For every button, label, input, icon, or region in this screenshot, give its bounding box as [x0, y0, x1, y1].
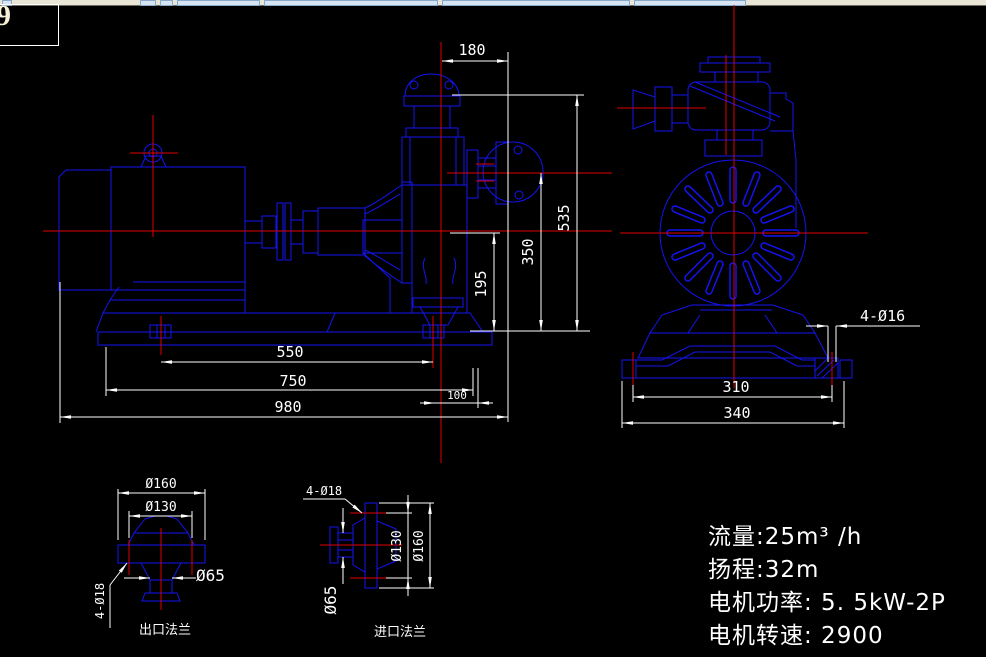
inlet-flange-dimensions: 4-Ø18 Ø65 Ø130 Ø160 进口法兰 [303, 484, 434, 640]
dim-310: 310 [722, 378, 749, 396]
spec-flow: 流量:25m³ /h [708, 521, 946, 554]
dim-outlet-bc: Ø130 [145, 500, 176, 515]
dim-inlet-bore: Ø65 [321, 586, 340, 615]
spec-block: 流量:25m³ /h 扬程:32m 电机功率: 5. 5kW-2P 电机转速: … [708, 521, 946, 653]
spec-speed: 电机转速: 2900 [708, 620, 946, 653]
outlet-flange-label: 出口法兰 [139, 623, 191, 638]
dim-outlet-od: Ø160 [145, 477, 176, 492]
dim-535: 535 [555, 204, 573, 231]
cad-model-space: 9 [0, 0, 986, 657]
dim-195: 195 [472, 270, 490, 297]
side-view-dimensions: 180 535 350 195 550 750 980 100 [60, 41, 590, 423]
side-view-geometry [59, 74, 543, 345]
spec-head: 扬程:32m [708, 554, 946, 587]
inlet-flange-label: 进口法兰 [374, 625, 426, 640]
dim-inlet-od: Ø160 [412, 530, 427, 561]
front-view-geometry [622, 57, 852, 378]
dim-front-holes: 4-Ø16 [860, 307, 905, 325]
dim-180: 180 [458, 41, 485, 59]
dim-750: 750 [279, 372, 306, 390]
spec-power: 电机功率: 5. 5kW-2P [708, 587, 946, 620]
dim-outlet-bore: Ø65 [196, 566, 225, 585]
dim-100: 100 [447, 389, 467, 402]
dim-inlet-bc: Ø130 [390, 530, 405, 561]
dim-980: 980 [274, 398, 301, 416]
dim-inlet-holes: 4-Ø18 [306, 484, 342, 498]
dim-550: 550 [276, 343, 303, 361]
dim-350: 350 [519, 238, 537, 265]
dim-340: 340 [723, 404, 750, 422]
front-view-dimensions: 310 340 4-Ø16 [622, 307, 920, 428]
dim-outlet-holes: 4-Ø18 [93, 583, 107, 619]
